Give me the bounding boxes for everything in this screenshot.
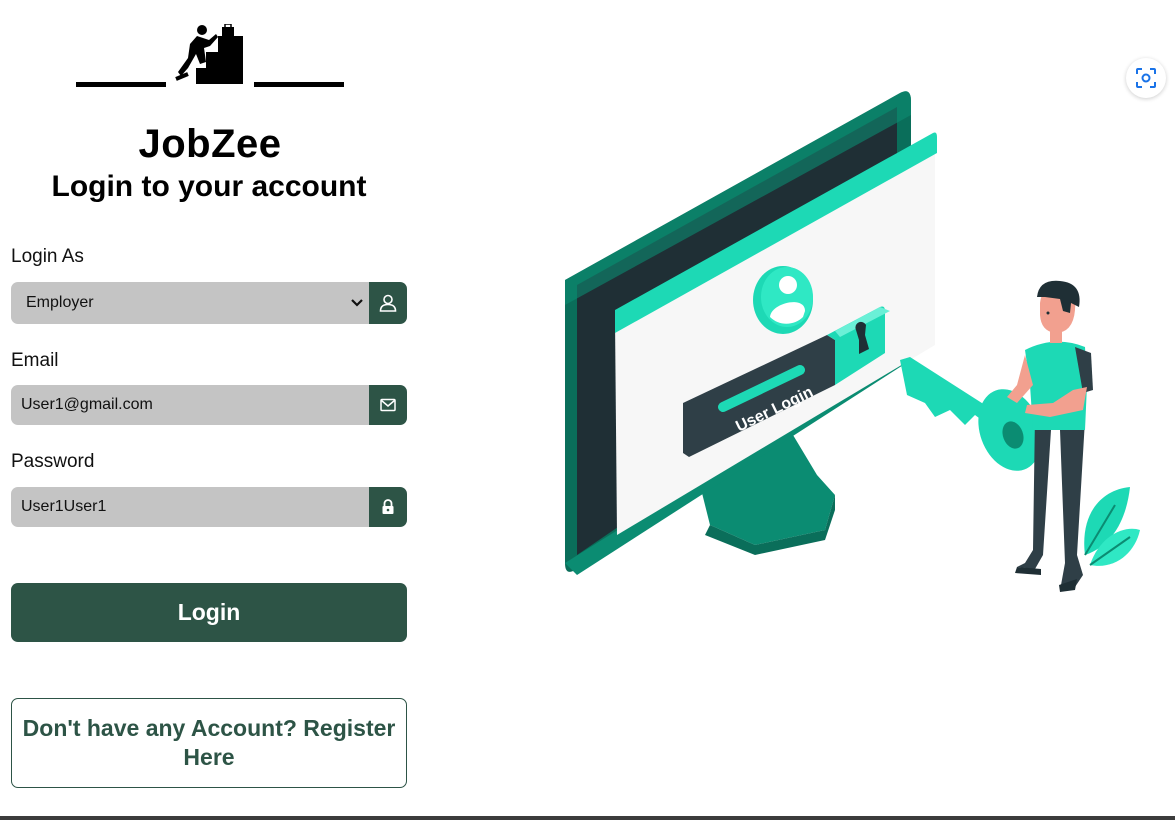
email-field[interactable]: User1@gmail.com [11, 385, 407, 425]
lens-scan-button[interactable] [1126, 58, 1166, 98]
password-field[interactable]: User1User1 [11, 487, 407, 527]
logo-climber-icon [76, 24, 344, 87]
register-link-button[interactable]: Don't have any Account? Register Here [11, 698, 407, 788]
role-label: Login As [11, 246, 84, 267]
password-input[interactable]: User1User1 [11, 487, 369, 527]
email-input[interactable]: User1@gmail.com [11, 385, 369, 425]
brand-name: JobZee [138, 122, 282, 166]
user-icon [369, 282, 407, 324]
role-select-value-box[interactable]: Employer [11, 282, 369, 324]
login-panel: JobZee Login to your account Login As Em… [0, 0, 420, 820]
password-label: Password [11, 451, 95, 472]
user-login-illustration: User Login [555, 85, 1145, 605]
login-button[interactable]: Login [11, 583, 407, 642]
role-select-value: Employer [26, 294, 94, 311]
email-label: Email [11, 350, 59, 371]
jobzee-logo: JobZee [76, 24, 344, 166]
chevron-down-icon [349, 295, 365, 311]
page-title: Login to your account [51, 170, 367, 203]
lens-scan-icon [1136, 68, 1156, 88]
bottom-divider [0, 816, 1175, 820]
lock-icon [369, 487, 407, 527]
mail-icon [369, 385, 407, 425]
role-select[interactable]: Employer [11, 282, 407, 324]
